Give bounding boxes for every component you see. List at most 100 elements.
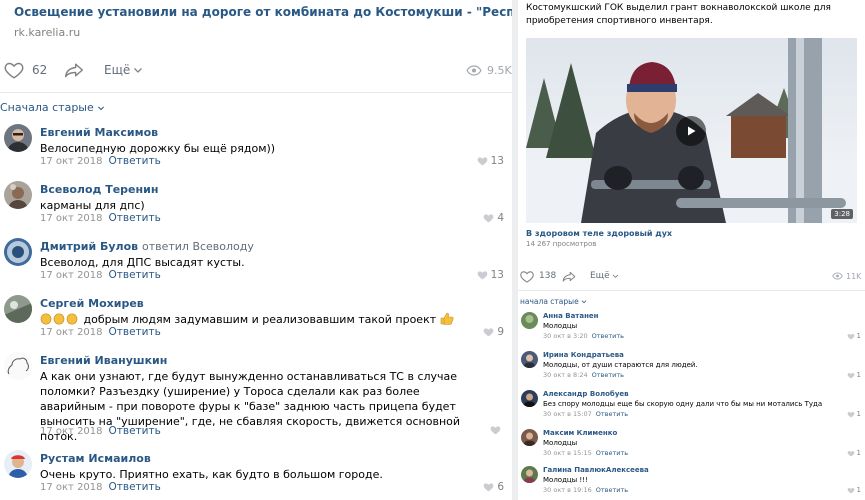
reply-button[interactable]: Ответить	[109, 212, 161, 224]
avatar[interactable]	[521, 466, 538, 483]
comment-like-button[interactable]: 1	[847, 486, 861, 494]
comment-like-count: 13	[490, 269, 504, 281]
comment-like-count: 1	[856, 371, 861, 379]
comment-date[interactable]: 17 окт 2018	[40, 327, 103, 338]
comment-date[interactable]: 30 окт в 8:24	[543, 371, 588, 379]
comment-date[interactable]: 17 окт 2018	[40, 426, 103, 437]
share-button[interactable]	[64, 54, 84, 86]
heart-icon	[477, 157, 487, 166]
comment-item: Евгений Максимов Велосипедную дорожку бы…	[0, 124, 512, 174]
reply-button[interactable]: Ответить	[596, 449, 628, 457]
play-icon	[688, 126, 696, 136]
link-card[interactable]: Освещение установили на дороге от комбин…	[14, 4, 571, 39]
comment-text: Молодцы, от души стараются для людей.	[543, 361, 698, 369]
comment-like-button[interactable]: 6	[483, 481, 504, 493]
reply-button[interactable]: Ответить	[109, 155, 161, 167]
share-button[interactable]	[562, 264, 576, 288]
comment-date[interactable]: 30 окт в 19:16	[543, 486, 592, 494]
comment-author[interactable]: Всеволод Теренин	[40, 183, 158, 196]
like-button[interactable]: 62	[4, 54, 47, 86]
comment-date[interactable]: 17 окт 2018	[40, 482, 103, 493]
comment-like-button[interactable]: 9	[483, 326, 504, 338]
left-post-panel: Освещение установили на дороге от комбин…	[0, 0, 571, 500]
comment-author[interactable]: Дмитрий Булов ответил Всеволоду	[40, 240, 254, 253]
avatar[interactable]	[4, 181, 32, 209]
sort-toggle[interactable]: начала старые	[520, 297, 587, 306]
comment-like-button[interactable]: 1	[847, 332, 861, 340]
avatar[interactable]	[4, 352, 32, 380]
divider	[518, 290, 865, 291]
like-button[interactable]: 138	[520, 264, 556, 288]
avatar[interactable]	[521, 429, 538, 446]
comment-author[interactable]: Максим Клименко	[543, 429, 617, 437]
reply-button[interactable]: Ответить	[596, 410, 628, 418]
like-count: 138	[539, 271, 557, 281]
reply-button[interactable]: Ответить	[109, 269, 161, 281]
heart-icon	[847, 487, 854, 494]
avatar[interactable]	[4, 450, 32, 478]
video-title[interactable]: В здоровом теле здоровый дух	[526, 229, 672, 238]
comment-item: Анна Ватанен Молодцы 30 окт в 3:20 Ответи…	[518, 312, 865, 344]
comment-date[interactable]: 30 окт в 15:15	[543, 449, 592, 457]
avatar[interactable]	[4, 124, 32, 152]
comment-author[interactable]: Анна Ватанен	[543, 312, 599, 320]
post-actions: 138 Ещё 11K	[518, 264, 865, 288]
reply-to-label[interactable]: ответил Всеволоду	[142, 240, 254, 253]
comment-like-button[interactable]: 1	[847, 449, 861, 457]
heart-icon	[483, 483, 494, 492]
reply-button[interactable]: Ответить	[109, 481, 161, 493]
views-count: 11K	[846, 271, 862, 281]
more-button[interactable]: Ещё	[590, 264, 619, 288]
comment-author[interactable]: Александр Волобуев	[543, 390, 629, 398]
comment-like-button[interactable]	[490, 425, 504, 435]
avatar[interactable]	[4, 295, 32, 323]
reply-button[interactable]: Ответить	[592, 371, 624, 379]
more-label: Ещё	[590, 271, 610, 281]
comment-date[interactable]: 17 окт 2018	[40, 270, 103, 281]
sort-toggle[interactable]: Сначала старые	[0, 101, 105, 114]
comment-author[interactable]: Ирина Кондратьева	[543, 351, 624, 359]
avatar[interactable]	[4, 238, 32, 266]
link-title[interactable]: Освещение установили на дороге от комбин…	[14, 4, 571, 20]
comment-like-button[interactable]: 4	[483, 212, 504, 224]
sort-label: Сначала старые	[0, 101, 94, 114]
comment-like-button[interactable]: 1	[847, 371, 861, 379]
reply-button[interactable]: Ответить	[596, 486, 628, 494]
comment-item: Дмитрий Булов ответил Всеволоду Всеволод…	[0, 238, 512, 288]
avatar[interactable]	[521, 312, 538, 329]
comment-author[interactable]: Евгений Иванушкин	[40, 354, 167, 367]
views-counter: 9.5K	[466, 54, 512, 86]
chevron-down-icon	[97, 106, 104, 110]
video-player[interactable]: 3:28	[526, 38, 857, 223]
comment-date[interactable]: 17 окт 2018	[40, 156, 103, 167]
comment-like-button[interactable]: 13	[477, 155, 504, 167]
comment-author[interactable]: Рустам Исмаилов	[40, 452, 151, 465]
comment-author[interactable]: Сергей Мохирев	[40, 297, 144, 310]
comment-like-button[interactable]: 1	[847, 410, 861, 418]
comment-meta: 30 окт в 8:24 Ответить	[543, 371, 624, 379]
comment-author[interactable]: Галина ПавлюкАлексеева	[543, 466, 649, 474]
comment-item: Максим Клименко Молодцы 30 окт в 15:15 От…	[518, 429, 865, 461]
link-domain[interactable]: rk.karelia.ru	[14, 26, 504, 39]
video-duration: 3:28	[831, 209, 853, 219]
comment-date[interactable]: 30 окт в 15:07	[543, 410, 592, 418]
avatar[interactable]	[521, 351, 538, 368]
play-button[interactable]	[676, 116, 706, 146]
comment-date[interactable]: 30 окт в 3:20	[543, 332, 588, 340]
more-button[interactable]: Ещё	[104, 54, 143, 86]
reply-button[interactable]: Ответить	[109, 326, 161, 338]
eye-icon	[466, 64, 482, 76]
share-icon	[64, 63, 84, 78]
heart-icon	[847, 411, 854, 418]
comment-author-name[interactable]: Дмитрий Булов	[40, 240, 138, 253]
comment-author[interactable]: Евгений Максимов	[40, 126, 158, 139]
comment-like-button[interactable]: 13	[477, 269, 504, 281]
chevron-down-icon	[612, 274, 618, 279]
heart-icon	[847, 333, 854, 340]
reply-button[interactable]: Ответить	[592, 332, 624, 340]
reply-button[interactable]: Ответить	[109, 425, 161, 437]
avatar[interactable]	[521, 390, 538, 407]
heart-icon	[847, 372, 854, 379]
comment-item: Сергей Мохирев добрым людям задумавшим и…	[0, 295, 512, 345]
comment-date[interactable]: 17 окт 2018	[40, 213, 103, 224]
